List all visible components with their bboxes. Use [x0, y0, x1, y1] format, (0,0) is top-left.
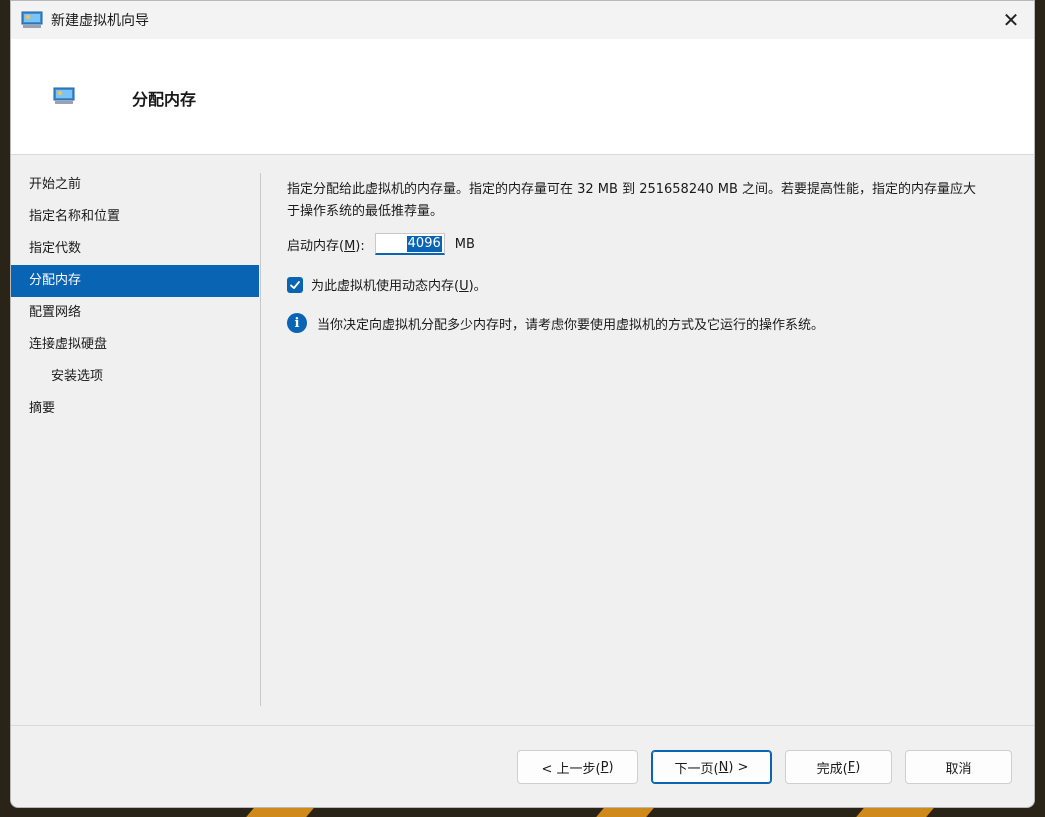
sidebar-divider — [260, 173, 261, 706]
memory-settings-panel: 指定分配给此虚拟机的内存量。指定的内存量可在 32 MB 到 251658240… — [287, 179, 1017, 333]
memory-description: 指定分配给此虚拟机的内存量。指定的内存量可在 32 MB 到 251658240… — [287, 179, 1017, 223]
info-text: 当你决定向虚拟机分配多少内存时，请考虑你要使用虚拟机的方式及它运行的操作系统。 — [317, 317, 825, 333]
sidebar-item-install-options[interactable]: 安装选项 — [11, 361, 259, 393]
wallpaper-stripe — [596, 808, 654, 817]
finish-button[interactable]: 完成(F) — [785, 750, 892, 784]
startup-memory-label: 启动内存(M): — [287, 238, 365, 254]
dynamic-memory-row: 为此虚拟机使用动态内存(U)。 — [287, 275, 487, 294]
memory-unit-label: MB — [454, 236, 475, 252]
description-line: 指定分配给此虚拟机的内存量。指定的内存量可在 32 MB 到 251658240… — [287, 182, 977, 197]
sidebar-item-virtual-disk[interactable]: 连接虚拟硬盘 — [11, 329, 259, 361]
checkmark-icon — [290, 280, 300, 289]
wallpaper-stripe — [246, 808, 314, 817]
startup-memory-row: 启动内存(M): 4096 MB — [287, 233, 475, 255]
dynamic-memory-checkbox[interactable] — [287, 276, 303, 293]
sidebar-item-generation[interactable]: 指定代数 — [11, 233, 259, 265]
dynamic-memory-label[interactable]: 为此虚拟机使用动态内存(U)。 — [311, 275, 487, 294]
footer-divider — [11, 725, 1034, 726]
info-icon: i — [287, 313, 307, 333]
info-note: i 当你决定向虚拟机分配多少内存时，请考虑你要使用虚拟机的方式及它运行的操作系统… — [287, 313, 824, 333]
virtual-machine-icon — [21, 11, 43, 28]
sidebar-item-memory[interactable]: 分配内存 — [11, 265, 259, 297]
cancel-button[interactable]: 取消 — [905, 750, 1012, 784]
virtual-machine-icon — [53, 87, 75, 104]
description-line: 于操作系统的最低推荐量。 — [287, 204, 444, 219]
startup-memory-value: 4096 — [406, 236, 442, 252]
new-vm-wizard-window: 新建虚拟机向导 ✕ 分配内存 开始之前 指定名称和位置 指定代数 分配内存 配置… — [10, 0, 1035, 808]
title-bar: 新建虚拟机向导 ✕ — [11, 1, 1034, 39]
wizard-header: 分配内存 — [11, 39, 1034, 155]
wizard-steps-sidebar: 开始之前 指定名称和位置 指定代数 分配内存 配置网络 连接虚拟硬盘 安装选项 … — [11, 169, 259, 425]
sidebar-item-before-you-begin[interactable]: 开始之前 — [11, 169, 259, 201]
startup-memory-input[interactable]: 4096 — [374, 233, 445, 255]
close-icon: ✕ — [1002, 8, 1020, 32]
sidebar-item-summary[interactable]: 摘要 — [11, 393, 259, 425]
sidebar-item-name-location[interactable]: 指定名称和位置 — [11, 201, 259, 233]
sidebar-item-networking[interactable]: 配置网络 — [11, 297, 259, 329]
previous-button[interactable]: < 上一步(P) — [517, 750, 638, 784]
next-button[interactable]: 下一页(N) > — [651, 750, 772, 784]
wallpaper-stripe — [856, 808, 934, 817]
close-button[interactable]: ✕ — [988, 1, 1034, 39]
window-title: 新建虚拟机向导 — [51, 13, 149, 29]
page-title: 分配内存 — [132, 90, 197, 109]
